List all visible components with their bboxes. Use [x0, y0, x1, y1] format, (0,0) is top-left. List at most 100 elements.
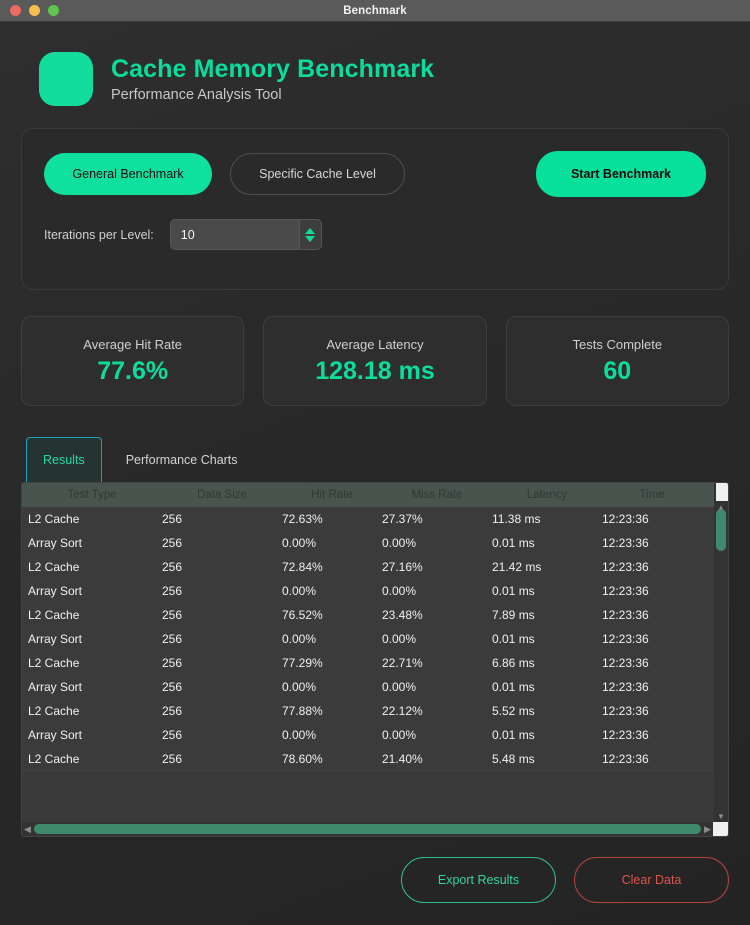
- table-cell: Array Sort: [28, 583, 83, 598]
- title-bar: Benchmark: [0, 0, 750, 22]
- table-cell: 72.63%: [282, 511, 323, 526]
- clear-data-button[interactable]: Clear Data: [574, 857, 729, 903]
- chevron-right-icon[interactable]: ▶: [702, 824, 713, 835]
- table-row[interactable]: L2 Cache 256 78.60% 21.40% 5.48 ms 12:23:36: [22, 747, 728, 771]
- vertical-scrollbar-thumb[interactable]: [716, 509, 726, 551]
- table-cell: 0.00%: [382, 631, 417, 646]
- table-cell: 5.52 ms: [492, 703, 535, 718]
- stat-card-average-hit-rate: Average Hit Rate 77.6%: [21, 316, 245, 406]
- table-cell: 256: [162, 631, 183, 646]
- table-row[interactable]: L2 Cache 256 72.63% 27.37% 11.38 ms 12:23:36: [22, 507, 728, 531]
- table-cell: 256: [162, 511, 183, 526]
- triangle-up-icon[interactable]: [305, 227, 316, 234]
- table-cell: 78.60%: [282, 751, 323, 766]
- column-header-time[interactable]: Time: [602, 489, 702, 501]
- table-cell: 76.52%: [282, 607, 323, 622]
- iterations-stepper-buttons[interactable]: [298, 220, 321, 249]
- table-cell: 77.29%: [282, 655, 323, 670]
- table-cell: 12:23:36: [602, 655, 649, 670]
- table-cell: L2 Cache: [28, 751, 80, 766]
- table-cell: L2 Cache: [28, 511, 80, 526]
- table-cell: 0.01 ms: [492, 679, 535, 694]
- app-logo-icon: [39, 52, 93, 106]
- table-cell: 12:23:36: [602, 751, 649, 766]
- column-header-latency[interactable]: Latency: [492, 489, 602, 501]
- table-cell: 12:23:36: [602, 535, 649, 550]
- export-results-button[interactable]: Export Results: [401, 857, 556, 903]
- table-cell: 6.86 ms: [492, 655, 535, 670]
- stat-value: 60: [603, 356, 632, 385]
- table-body: L2 Cache 256 72.63% 27.37% 11.38 ms 12:23:36 A…: [22, 507, 728, 836]
- scrollbar-corner-top: [716, 483, 728, 501]
- horizontal-scrollbar[interactable]: ◀ ▶: [22, 822, 728, 836]
- horizontal-scrollbar-thumb[interactable]: [34, 824, 701, 834]
- table-cell: 7.89 ms: [492, 607, 535, 622]
- triangle-down-icon[interactable]: [305, 235, 316, 242]
- table-cell: 0.00%: [382, 727, 417, 742]
- table-row[interactable]: L2 Cache 256 72.84% 27.16% 21.42 ms 12:23:36: [22, 555, 728, 579]
- column-header-miss-rate[interactable]: Miss Rate: [382, 489, 492, 501]
- close-window-button[interactable]: [10, 5, 21, 16]
- tab-bar: Results Performance Charts: [21, 432, 729, 482]
- table-row[interactable]: L2 Cache 256 76.52% 23.48% 7.89 ms 12:23:36: [22, 603, 728, 627]
- table-cell: 0.00%: [282, 727, 317, 742]
- chevron-down-icon[interactable]: ▼: [714, 810, 728, 822]
- column-header-data-size[interactable]: Data Size: [162, 489, 282, 501]
- table-cell: 0.00%: [382, 535, 417, 550]
- app-header: Cache Memory Benchmark Performance Analy…: [21, 22, 729, 128]
- table-cell: 77.88%: [282, 703, 323, 718]
- app-window: Benchmark Cache Memory Benchmark Perform…: [0, 0, 750, 925]
- column-header-hit-rate[interactable]: Hit Rate: [282, 489, 382, 501]
- column-header-test-type[interactable]: Test Type: [22, 489, 162, 501]
- table-cell: 0.01 ms: [492, 583, 535, 598]
- table-row[interactable]: Array Sort 256 0.00% 0.00% 0.01 ms 12:23:36: [22, 675, 728, 699]
- table-cell: 27.37%: [382, 511, 423, 526]
- table-cell: 256: [162, 559, 183, 574]
- table-cell: 256: [162, 751, 183, 766]
- table-cell: 5.48 ms: [492, 751, 535, 766]
- iterations-stepper[interactable]: 10: [169, 219, 322, 250]
- app-content: Cache Memory Benchmark Performance Analy…: [0, 22, 750, 925]
- table-row[interactable]: L2 Cache 256 77.88% 22.12% 5.52 ms 12:23:36: [22, 699, 728, 723]
- table-cell: 256: [162, 727, 183, 742]
- table-cell: 0.00%: [282, 535, 317, 550]
- iterations-input[interactable]: 10: [171, 228, 299, 242]
- table-cell: 0.00%: [282, 679, 317, 694]
- table-cell: 21.40%: [382, 751, 423, 766]
- chevron-left-icon[interactable]: ◀: [22, 824, 33, 835]
- table-row[interactable]: Array Sort 256 0.00% 0.00% 0.01 ms 12:23:36: [22, 579, 728, 603]
- table-cell: 12:23:36: [602, 607, 649, 622]
- table-cell: Array Sort: [28, 679, 83, 694]
- maximize-window-button[interactable]: [48, 5, 59, 16]
- minimize-window-button[interactable]: [29, 5, 40, 16]
- table-cell: 256: [162, 583, 183, 598]
- table-cell: 12:23:36: [602, 679, 649, 694]
- vertical-scrollbar[interactable]: ▲ ▼: [714, 483, 728, 822]
- table-cell: 0.00%: [382, 583, 417, 598]
- tab-results[interactable]: Results: [26, 437, 102, 482]
- stat-label: Tests Complete: [572, 336, 663, 352]
- table-cell: 27.16%: [382, 559, 423, 574]
- table-cell: 0.00%: [282, 631, 317, 646]
- table-row[interactable]: Array Sort 256 0.00% 0.00% 0.01 ms 12:23:36: [22, 531, 728, 555]
- table-row[interactable]: Array Sort 256 0.00% 0.00% 0.01 ms 12:23:36: [22, 627, 728, 651]
- table-header-row: Test Type Data Size Hit Rate Miss Rate L…: [22, 483, 728, 507]
- traffic-light-group: [0, 5, 59, 16]
- general-benchmark-button[interactable]: General Benchmark: [44, 153, 212, 195]
- table-cell: 0.01 ms: [492, 727, 535, 742]
- table-row[interactable]: Array Sort 256 0.00% 0.00% 0.01 ms 12:23:36: [22, 723, 728, 747]
- footer-actions: Export Results Clear Data: [21, 837, 729, 925]
- table-cell: 72.84%: [282, 559, 323, 574]
- specific-cache-level-button[interactable]: Specific Cache Level: [230, 153, 405, 195]
- tab-performance-charts[interactable]: Performance Charts: [110, 437, 254, 482]
- table-cell: 0.01 ms: [492, 535, 535, 550]
- table-cell: L2 Cache: [28, 559, 80, 574]
- stat-card-tests-complete: Tests Complete 60: [505, 316, 729, 406]
- iterations-row: Iterations per Level: 10: [44, 219, 706, 250]
- table-row[interactable]: L2 Cache 256 77.29% 22.71% 6.86 ms 12:23:36: [22, 651, 728, 675]
- table-cell: 0.00%: [282, 583, 317, 598]
- table-cell: 23.48%: [382, 607, 423, 622]
- results-table: Test Type Data Size Hit Rate Miss Rate L…: [21, 482, 729, 837]
- title-block: Cache Memory Benchmark Performance Analy…: [111, 55, 434, 103]
- start-benchmark-button[interactable]: Start Benchmark: [536, 151, 706, 197]
